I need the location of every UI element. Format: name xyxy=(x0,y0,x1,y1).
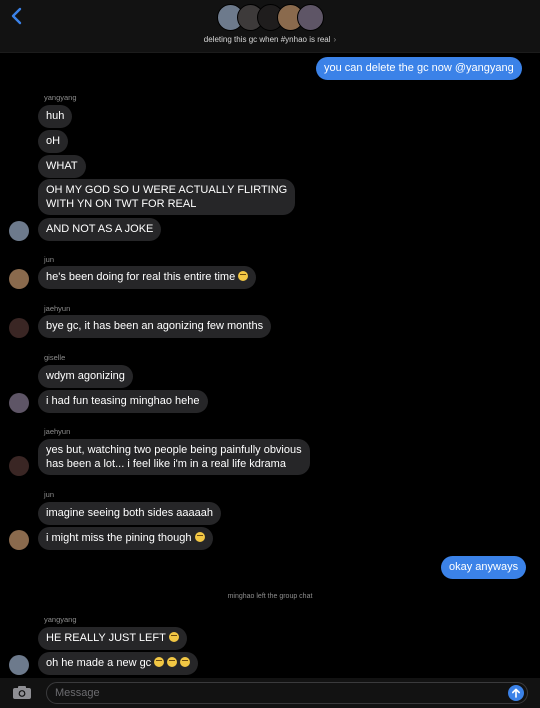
message-line: WITH YN ON TWT FOR REAL xyxy=(46,198,197,210)
send-arrow-icon[interactable] xyxy=(508,685,524,701)
message-text: oh he made a new gc xyxy=(46,657,152,669)
sender-name: yangyang xyxy=(44,93,77,102)
sender-name: jun xyxy=(44,490,55,499)
sender-name: jun xyxy=(44,255,55,264)
system-notice: minghao left the group chat xyxy=(227,593,313,600)
emoji-icon xyxy=(194,532,205,542)
message-bubble[interactable]: oh he made a new gc xyxy=(38,652,199,675)
message-bubble[interactable]: oH xyxy=(38,130,69,153)
chat-header: deleting this gc when #ynhao is real › xyxy=(0,0,540,53)
avatar xyxy=(297,4,324,31)
sender-name: giselle xyxy=(44,353,66,362)
message-bubble[interactable]: you can delete the gc now @yangyang xyxy=(316,57,522,80)
message-field[interactable] xyxy=(46,682,528,704)
emoji-icon xyxy=(167,657,178,667)
message-input[interactable] xyxy=(55,683,495,703)
emoji-icon xyxy=(154,657,165,667)
message-bubble[interactable]: imagine seeing both sides aaaaah xyxy=(38,502,221,525)
message-bubble[interactable]: bye gc, it has been an agonizing few mon… xyxy=(38,315,272,338)
avatar[interactable] xyxy=(9,655,29,675)
message-text: HE REALLY JUST LEFT xyxy=(46,632,166,644)
message-bubble[interactable]: HE REALLY JUST LEFT xyxy=(38,627,187,650)
message-bubble[interactable]: he's been doing for real this entire tim… xyxy=(38,266,257,289)
message-line: has been a lot... i feel like i'm in a r… xyxy=(46,458,286,470)
sender-name: yangyang xyxy=(44,615,77,624)
message-bubble[interactable]: wdym agonizing xyxy=(38,365,133,388)
message-bubble[interactable]: yes but, watching two people being painf… xyxy=(38,439,310,475)
sender-name: jaehyun xyxy=(44,427,71,436)
avatar[interactable] xyxy=(9,393,29,413)
message-bubble[interactable]: OH MY GOD SO U WERE ACTUALLY FLIRTING WI… xyxy=(38,179,296,215)
message-bubble[interactable]: AND NOT AS A JOKE xyxy=(38,218,162,241)
message-bubble[interactable]: huh xyxy=(38,105,73,128)
message-line: yes but, watching two people being painf… xyxy=(46,444,302,456)
avatar[interactable] xyxy=(9,269,29,289)
avatar[interactable] xyxy=(9,456,29,476)
message-bubble[interactable]: okay anyways xyxy=(441,556,527,579)
emoji-icon xyxy=(238,271,249,281)
message-bubble[interactable]: i had fun teasing minghao hehe xyxy=(38,390,208,413)
chevron-left-icon[interactable] xyxy=(8,6,24,26)
avatar[interactable] xyxy=(9,530,29,550)
emoji-icon xyxy=(168,632,179,642)
avatar[interactable] xyxy=(9,221,29,241)
chevron-right-icon: › xyxy=(333,35,337,44)
emoji-icon xyxy=(180,657,191,667)
avatar[interactable] xyxy=(9,318,29,338)
camera-icon[interactable] xyxy=(12,685,32,700)
message-text: i might miss the pining though xyxy=(46,532,192,544)
group-title-text: deleting this gc when #ynhao is real xyxy=(203,35,331,44)
sender-name: jaehyun xyxy=(44,304,71,313)
group-title[interactable]: deleting this gc when #ynhao is real › xyxy=(0,35,540,44)
message-composer xyxy=(0,678,540,708)
message-bubble[interactable]: i might miss the pining though xyxy=(38,527,213,550)
message-bubble[interactable]: WHAT xyxy=(38,155,86,178)
message-text: he's been doing for real this entire tim… xyxy=(46,271,236,283)
message-line: OH MY GOD SO U WERE ACTUALLY FLIRTING xyxy=(46,184,288,196)
